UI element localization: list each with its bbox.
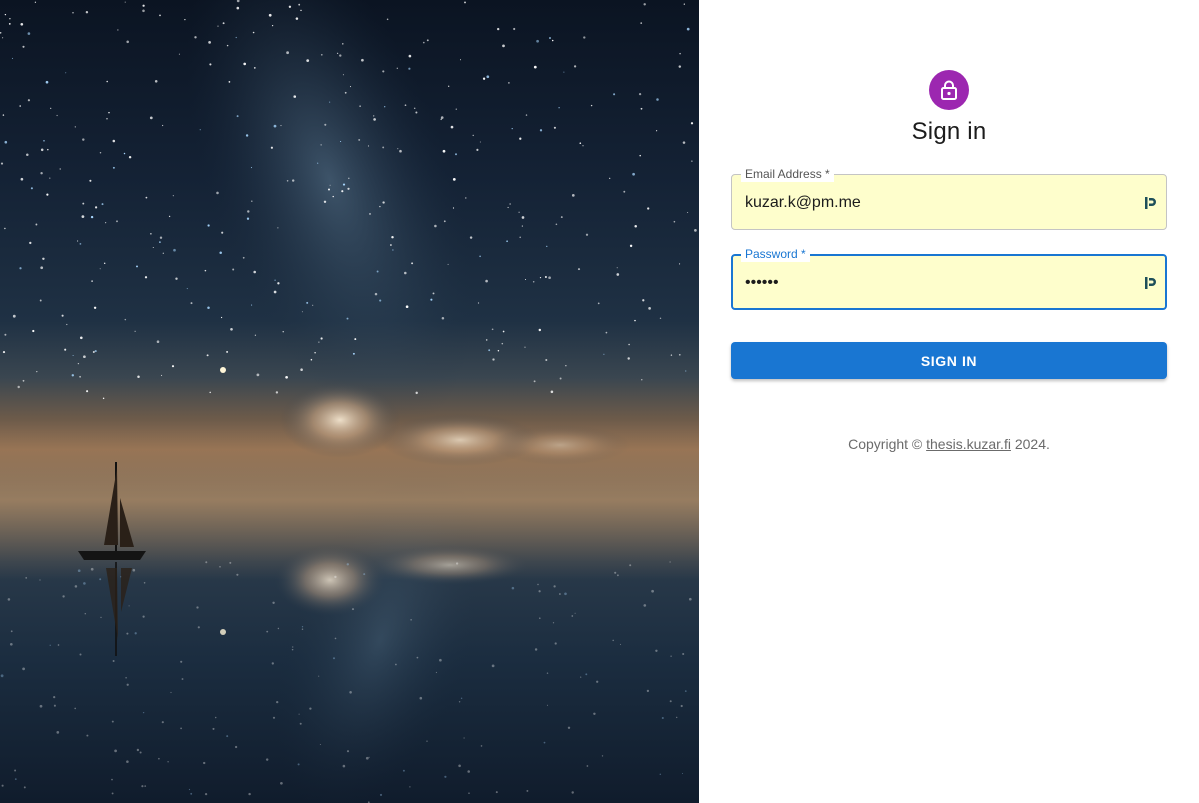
signin-button[interactable]: SIGN IN <box>731 342 1167 379</box>
email-label: Email Address * <box>741 166 834 182</box>
email-value[interactable]: kuzar.k@pm.me <box>745 193 861 213</box>
lock-icon <box>941 80 957 100</box>
password-field[interactable]: Password * •••••• <box>731 246 1167 310</box>
email-field[interactable]: Email Address * kuzar.k@pm.me <box>731 166 1167 230</box>
starry-night-sailboat-image <box>0 0 699 803</box>
lock-avatar <box>929 70 969 110</box>
password-label: Password * <box>741 246 810 262</box>
password-manager-icon[interactable] <box>1144 195 1158 211</box>
copyright-prefix: Copyright © <box>848 436 927 452</box>
password-value[interactable]: •••••• <box>745 273 779 293</box>
site-link[interactable]: thesis.kuzar.fi <box>926 436 1011 452</box>
copyright-suffix: 2024. <box>1010 436 1050 452</box>
signin-panel: Sign in Email Address * kuzar.k@pm.me Pa… <box>699 0 1199 803</box>
page-title: Sign in <box>911 118 987 145</box>
copyright-footer: Copyright © thesis.kuzar.fi 2024. <box>699 436 1199 452</box>
password-manager-icon[interactable] <box>1144 275 1158 291</box>
